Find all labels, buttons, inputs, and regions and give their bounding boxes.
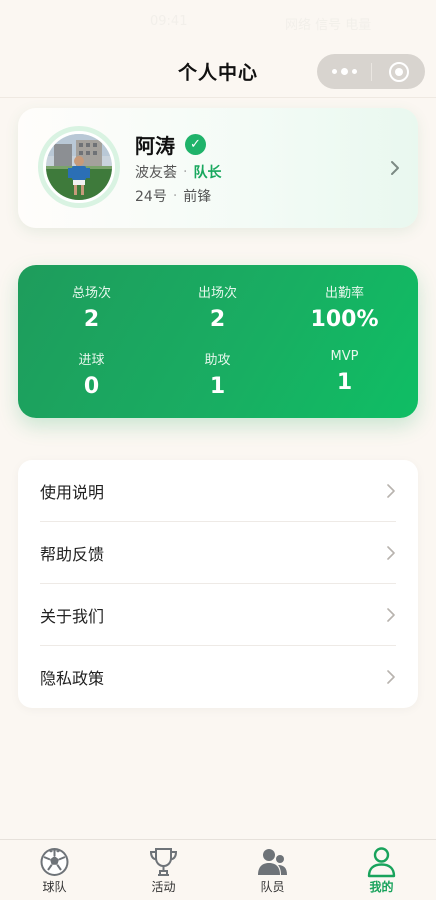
- team-row: 波友荟 · 队长: [135, 162, 221, 182]
- stat-value: 0: [83, 374, 100, 399]
- tab-team[interactable]: 球队: [0, 840, 109, 900]
- settings-menu: 使用说明 帮助反馈 关于我们 隐私政策: [18, 460, 418, 708]
- chevron-right-icon: [387, 670, 395, 684]
- profile-card[interactable]: 阿涛 ✓ 波友荟 · 队长 24号 · 前锋: [18, 108, 418, 228]
- menu-item-about[interactable]: 关于我们: [40, 584, 396, 646]
- stat-goals: 进球 0: [25, 349, 158, 399]
- stat-value: 2: [209, 307, 226, 332]
- name-row: 阿涛 ✓: [135, 130, 206, 159]
- tab-label: 活动: [151, 880, 176, 894]
- tab-label: 队员: [260, 880, 285, 894]
- stat-appearances: 出场次 2: [151, 282, 284, 332]
- user-role: 队长: [193, 165, 222, 181]
- stat-mvp: MVP 1: [278, 349, 411, 395]
- stat-attendance-rate: 出勤率 100%: [278, 282, 411, 332]
- stat-value: 1: [209, 374, 226, 399]
- tab-activities[interactable]: 活动: [109, 840, 218, 900]
- chevron-right-icon: [387, 607, 395, 622]
- stat-label: 进球: [78, 353, 105, 368]
- verified-check-icon: ✓: [185, 134, 206, 155]
- chevron-right-icon: [387, 545, 395, 560]
- mini-program-capsule: [317, 54, 425, 89]
- status-bar: 09:41 网络 信号 电量: [0, 0, 436, 44]
- status-time: 09:41: [150, 14, 188, 29]
- close-mini-program-icon[interactable]: [372, 54, 425, 89]
- tab-mine[interactable]: 我的: [327, 840, 436, 900]
- stat-value: 1: [336, 370, 353, 395]
- dot-separator: ·: [183, 164, 188, 180]
- menu-item-instructions[interactable]: 使用说明: [40, 460, 396, 522]
- team-name: 波友荟: [135, 165, 177, 181]
- stat-label: 出场次: [197, 286, 237, 301]
- soccer-ball-icon: [40, 848, 69, 876]
- avatar-ring: [38, 126, 120, 208]
- chevron-right-icon: [391, 161, 399, 175]
- tab-label: 我的: [369, 880, 394, 894]
- stat-assists: 助攻 1: [151, 349, 284, 399]
- jersey-number: 24号: [135, 189, 167, 205]
- stats-card: 总场次 2 出场次 2 出勤率 100% 进球 0 助攻 1 MVP 1: [18, 265, 418, 418]
- tab-label: 球队: [42, 880, 67, 894]
- stat-value: 2: [83, 307, 100, 332]
- team-members-icon: [258, 849, 287, 875]
- position-row: 24号 · 前锋: [135, 186, 211, 206]
- stat-total-matches: 总场次 2: [25, 282, 158, 332]
- bottom-tab-bar: 球队 活动 队员 我的: [0, 839, 436, 900]
- top-nav: 09:41 网络 信号 电量 个人中心: [0, 0, 436, 98]
- user-profile-icon: [367, 847, 396, 878]
- profile-page: 09:41 网络 信号 电量 个人中心 阿涛 ✓ 波友荟 · 队长 24号 · …: [0, 0, 436, 900]
- stat-label: 助攻: [204, 353, 231, 368]
- menu-item-label: 隐私政策: [40, 669, 105, 688]
- player-position: 前锋: [183, 189, 212, 205]
- menu-item-privacy[interactable]: 隐私政策: [40, 646, 396, 708]
- stat-label: 总场次: [71, 286, 111, 301]
- stat-value: 100%: [310, 307, 379, 332]
- menu-item-label: 关于我们: [40, 606, 105, 626]
- stat-label: MVP: [330, 349, 359, 364]
- stat-label: 出勤率: [324, 286, 364, 301]
- avatar: [43, 131, 115, 203]
- chevron-right-icon: [387, 483, 395, 498]
- user-name: 阿涛: [135, 134, 175, 158]
- dot-separator: ·: [172, 188, 178, 204]
- more-menu-icon[interactable]: [317, 54, 371, 89]
- menu-item-label: 帮助反馈: [40, 544, 105, 564]
- trophy-icon: [149, 848, 178, 876]
- status-indicators: 网络 信号 电量: [285, 18, 372, 33]
- menu-item-label: 使用说明: [40, 482, 105, 502]
- menu-item-feedback[interactable]: 帮助反馈: [40, 522, 396, 584]
- tab-members[interactable]: 队员: [218, 840, 327, 900]
